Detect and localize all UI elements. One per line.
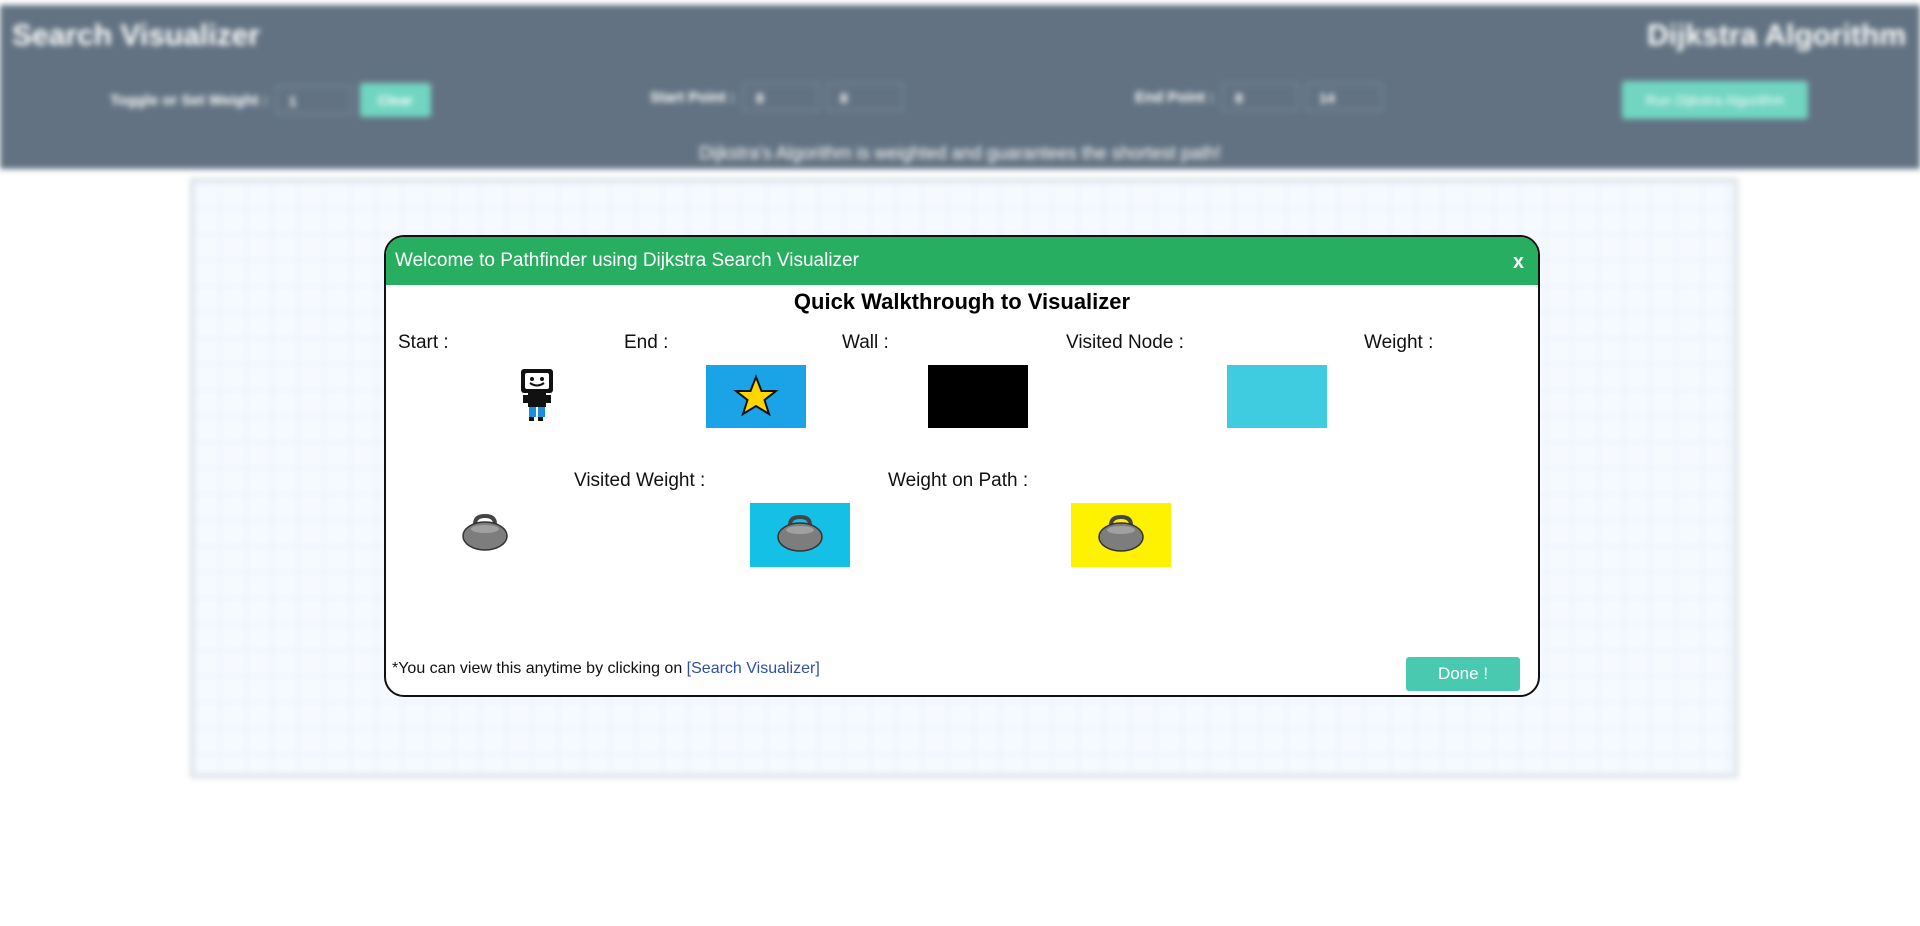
weight-on-path-swatch: [1071, 503, 1171, 567]
kettlebell-icon: [1098, 514, 1144, 552]
wall-legend-label: Wall :: [842, 332, 889, 353]
star-icon: [733, 374, 779, 417]
footnote-text: *You can view this anytime by clicking o…: [392, 660, 687, 677]
footnote: *You can view this anytime by clicking o…: [392, 660, 820, 678]
end-swatch: [706, 365, 806, 428]
weight-on-path-legend-label: Weight on Path :: [888, 470, 1029, 491]
visited-node-legend-label: Visited Node :: [1066, 332, 1184, 353]
walkthrough-heading: Quick Walkthrough to Visualizer: [793, 289, 1131, 314]
start-legend-label: Start :: [398, 332, 449, 353]
wall-swatch: [928, 365, 1028, 428]
robot-icon: [517, 367, 557, 423]
visited-weight-swatch: [750, 503, 850, 567]
done-button[interactable]: Done !: [1406, 657, 1520, 691]
weight-legend-label: Weight :: [1364, 332, 1434, 353]
kettlebell-icon: [777, 514, 823, 552]
modal-title: Welcome to Pathfinder using Dijkstra Sea…: [395, 250, 859, 271]
search-visualizer-link[interactable]: [Search Visualizer]: [687, 660, 820, 677]
visited-weight-legend-label: Visited Weight :: [574, 470, 706, 491]
modal-header: Welcome to Pathfinder using Dijkstra Sea…: [386, 237, 1538, 285]
close-button[interactable]: x: [1513, 251, 1524, 274]
visited-node-swatch: [1227, 365, 1327, 428]
end-legend-label: End :: [624, 332, 669, 353]
kettlebell-icon: [460, 512, 510, 552]
walkthrough-modal: Welcome to Pathfinder using Dijkstra Sea…: [384, 235, 1540, 697]
